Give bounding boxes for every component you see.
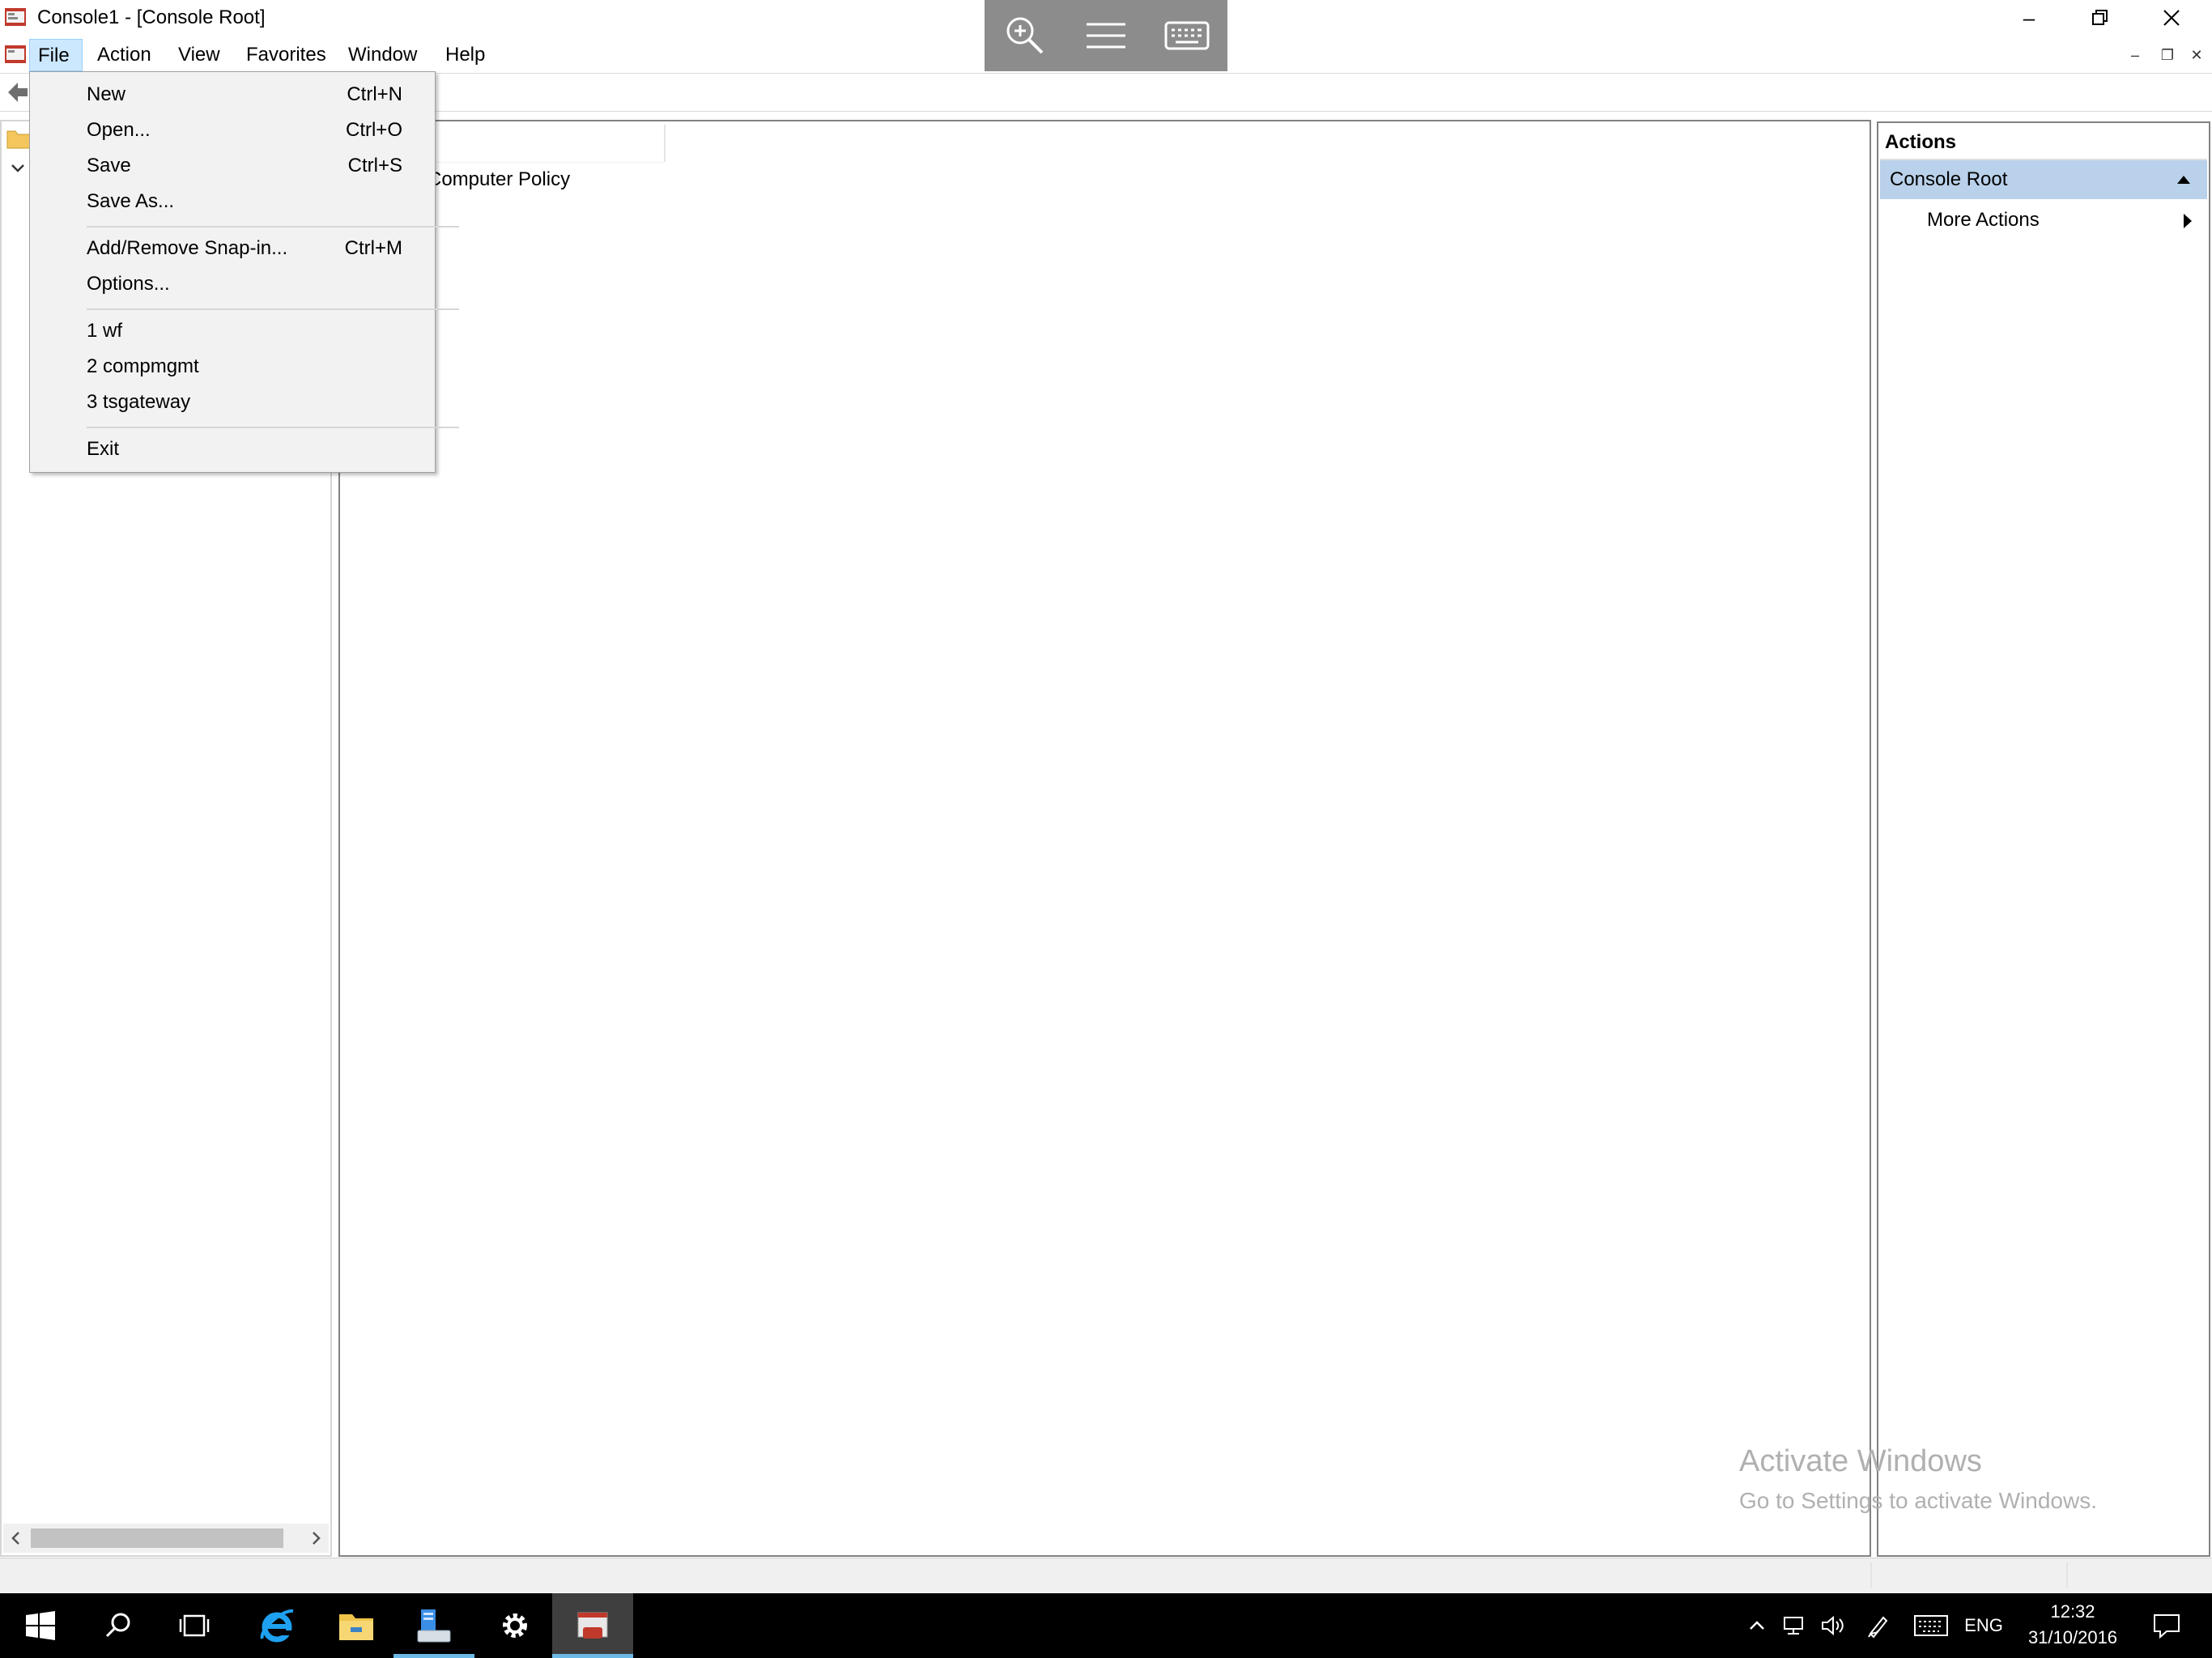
mdi-close-button[interactable]: ✕ bbox=[2183, 39, 2210, 71]
pen-icon bbox=[1868, 1616, 1888, 1639]
notifications-icon bbox=[2154, 1614, 2180, 1639]
menu-view[interactable]: View bbox=[170, 39, 228, 71]
taskbar-file-explorer[interactable] bbox=[316, 1593, 397, 1658]
touch-keyboard-button[interactable] bbox=[1911, 1593, 1951, 1658]
actions-pane bbox=[1877, 121, 2210, 1557]
collapse-up-icon[interactable] bbox=[2175, 172, 2193, 188]
more-actions-item[interactable]: More Actions bbox=[1927, 206, 2040, 235]
menu-item-recent-compmgmt[interactable]: 2 compmgmt bbox=[87, 352, 199, 381]
scrollbar-thumb[interactable] bbox=[31, 1528, 283, 1548]
menu-item-add-remove-snap-in[interactable]: Add/Remove Snap-in... bbox=[87, 234, 287, 263]
mdi-minimize-button[interactable]: – bbox=[2121, 39, 2149, 71]
scroll-left-icon[interactable] bbox=[6, 1528, 26, 1548]
menu-favorites[interactable]: Favorites bbox=[238, 39, 334, 71]
taskbar-mmc[interactable] bbox=[552, 1593, 633, 1658]
restore-icon: ❐ bbox=[2160, 46, 2175, 63]
network-button[interactable] bbox=[1778, 1593, 1810, 1658]
settings-icon bbox=[503, 1613, 527, 1638]
menu-item-save-as[interactable]: Save As... bbox=[87, 187, 174, 216]
internet-explorer-icon bbox=[260, 1609, 294, 1643]
restore-button[interactable] bbox=[2065, 0, 2136, 36]
actions-section-label: Console Root bbox=[1890, 168, 2008, 190]
menu-item-exit[interactable]: Exit bbox=[87, 435, 119, 464]
list-item[interactable]: Computer Policy bbox=[428, 165, 570, 194]
menu-item-save[interactable]: Save bbox=[87, 151, 131, 181]
menu-separator bbox=[87, 226, 459, 227]
file-menu-dropdown: New Ctrl+N Open... Ctrl+O Save Ctrl+S Sa… bbox=[29, 71, 459, 473]
task-view-button[interactable] bbox=[154, 1593, 235, 1658]
start-button[interactable] bbox=[0, 1593, 81, 1658]
running-indicator bbox=[552, 1654, 633, 1658]
scroll-right-icon[interactable] bbox=[306, 1528, 325, 1548]
search-icon bbox=[105, 1613, 130, 1638]
menu-window[interactable]: Window bbox=[340, 39, 425, 71]
pen-workspace-button[interactable] bbox=[1862, 1593, 1895, 1658]
chevron-up-icon bbox=[1750, 1621, 1764, 1630]
taskbar-settings[interactable] bbox=[474, 1593, 555, 1658]
volume-icon bbox=[1822, 1615, 1844, 1636]
shortcut-save: Ctrl+S bbox=[347, 155, 402, 176]
clock-time[interactable]: 12:32 bbox=[2016, 1600, 2129, 1624]
chevron-down-icon[interactable] bbox=[8, 159, 28, 178]
window-title: Console1 - [Console Root] bbox=[37, 6, 266, 28]
submenu-arrow-icon bbox=[2181, 212, 2194, 230]
volume-button[interactable] bbox=[1817, 1593, 1849, 1658]
mmc-icon bbox=[577, 1612, 608, 1639]
network-icon bbox=[1784, 1617, 1803, 1635]
menu-item-recent-wf[interactable]: 1 wf bbox=[87, 317, 122, 346]
status-divider bbox=[2066, 1562, 2068, 1588]
back-arrow-icon bbox=[8, 83, 28, 102]
running-indicator bbox=[393, 1654, 474, 1658]
menu-separator bbox=[87, 308, 459, 310]
menu-item-recent-tsgateway[interactable]: 3 tsgateway bbox=[87, 388, 190, 417]
mdi-restore-button[interactable]: ❐ bbox=[2154, 39, 2181, 71]
mmc-app-icon[interactable] bbox=[3, 5, 28, 29]
minimize-icon: – bbox=[2023, 5, 2035, 30]
shortcut-new: Ctrl+N bbox=[347, 83, 402, 105]
menu-action[interactable]: Action bbox=[89, 39, 160, 71]
menu-help[interactable]: Help bbox=[437, 39, 493, 71]
status-bar bbox=[0, 1558, 2212, 1592]
start-icon bbox=[26, 1611, 55, 1640]
restore-icon bbox=[2092, 10, 2108, 25]
column-header-divider[interactable] bbox=[664, 125, 666, 162]
close-icon bbox=[2163, 10, 2180, 26]
results-pane[interactable] bbox=[338, 120, 1871, 1557]
clock-date[interactable]: 31/10/2016 bbox=[2016, 1626, 2129, 1650]
input-language-button[interactable]: ENG bbox=[1958, 1593, 2010, 1658]
activate-windows-title: Activate Windows bbox=[1739, 1444, 1982, 1478]
server-manager-icon bbox=[417, 1609, 451, 1643]
shortcut-add-remove-snap-in: Ctrl+M bbox=[344, 237, 402, 259]
back-button[interactable] bbox=[5, 79, 31, 105]
console-window-icon[interactable] bbox=[3, 42, 28, 66]
taskbar-server-manager[interactable] bbox=[393, 1593, 474, 1658]
file-explorer-icon bbox=[339, 1614, 373, 1640]
activate-windows-subtitle: Go to Settings to activate Windows. bbox=[1739, 1488, 2097, 1513]
minimize-button[interactable]: – bbox=[1993, 0, 2065, 36]
actions-title: Actions bbox=[1885, 131, 1957, 153]
taskbar-internet-explorer[interactable] bbox=[236, 1593, 317, 1658]
menu-separator bbox=[87, 427, 459, 428]
menu-item-new[interactable]: New bbox=[87, 80, 125, 109]
close-icon: ✕ bbox=[2190, 46, 2203, 63]
menu-file[interactable]: File bbox=[29, 39, 83, 71]
status-divider bbox=[1870, 1562, 1872, 1588]
folder-icon bbox=[6, 128, 31, 149]
menu-item-open[interactable]: Open... bbox=[87, 116, 151, 145]
shortcut-open: Ctrl+O bbox=[345, 119, 402, 141]
task-view-icon bbox=[179, 1614, 210, 1637]
close-button[interactable] bbox=[2136, 0, 2207, 36]
action-center-button[interactable] bbox=[2142, 1593, 2191, 1658]
search-button[interactable] bbox=[78, 1593, 159, 1658]
menu-item-options[interactable]: Options... bbox=[87, 270, 170, 299]
keyboard-icon bbox=[1914, 1615, 1948, 1636]
show-hidden-icons-button[interactable] bbox=[1742, 1593, 1772, 1658]
minimize-icon: – bbox=[2130, 46, 2139, 63]
